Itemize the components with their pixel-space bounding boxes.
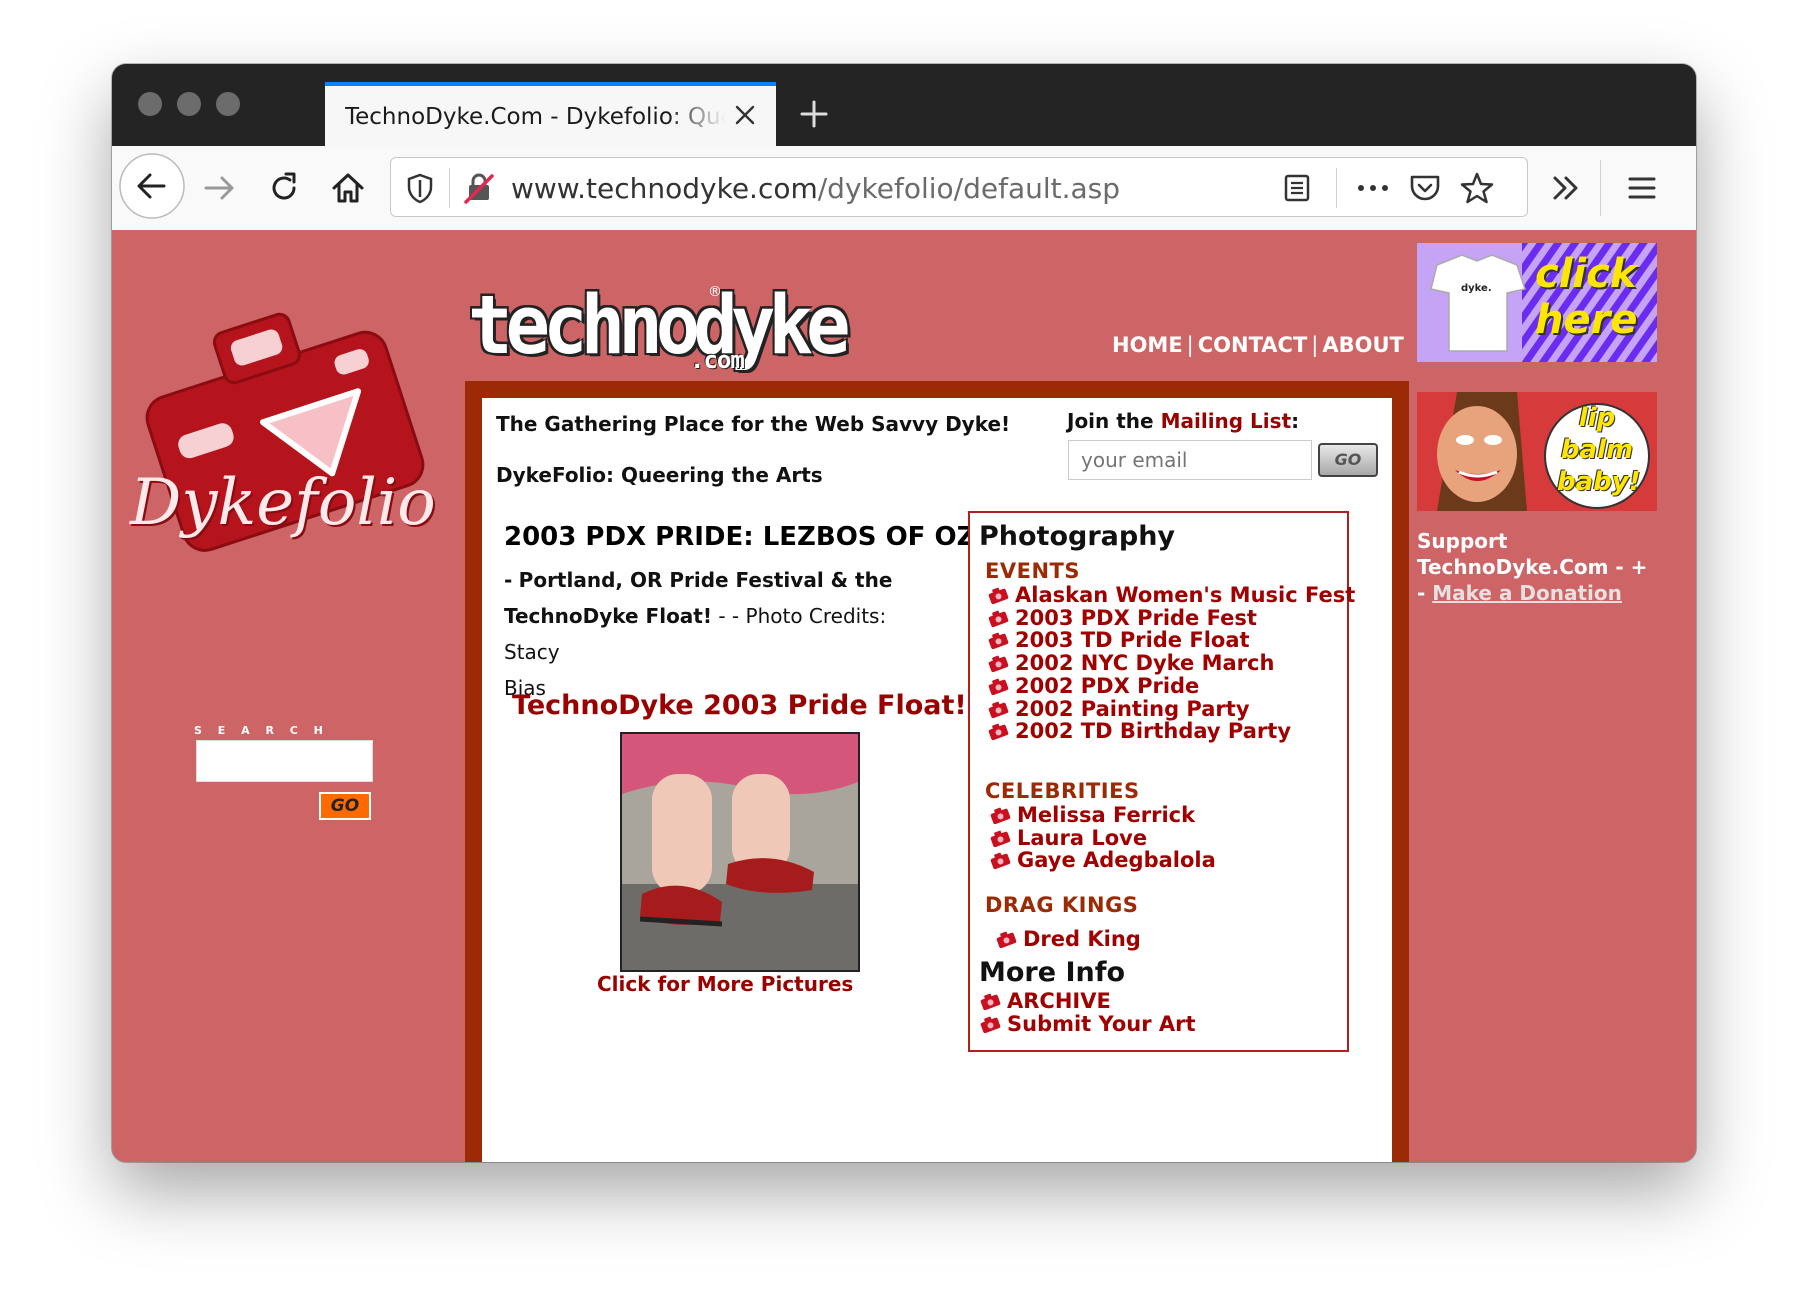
- site-search-input[interactable]: [196, 740, 373, 782]
- overflow-menu-icon[interactable]: [1546, 168, 1586, 208]
- nav-home-link[interactable]: HOME: [1112, 333, 1183, 357]
- article-title: 2003 PDX PRIDE: LEZBOS OF OZ!: [504, 522, 988, 552]
- event-link-4[interactable]: 2002 PDX Pride: [987, 674, 1199, 698]
- camera-bullet-icon: [980, 993, 1001, 1010]
- url-text[interactable]: www.technodyke.com/dykefolio/default.asp: [511, 172, 1120, 205]
- technodyke-logo-sub: .com: [690, 346, 745, 374]
- pocket-icon[interactable]: [1407, 171, 1443, 205]
- insecure-lock-icon[interactable]: [461, 170, 497, 206]
- photography-heading: Photography: [979, 521, 1176, 552]
- tshirt-ad-banner[interactable]: dyke. click here: [1417, 243, 1657, 362]
- address-bar[interactable]: www.technodyke.com/dykefolio/default.asp: [390, 157, 1528, 217]
- nav-about-link[interactable]: ABOUT: [1322, 333, 1404, 357]
- event-link-0[interactable]: Alaskan Women's Music Fest: [987, 583, 1355, 607]
- event-link-2[interactable]: 2003 TD Pride Float: [987, 628, 1250, 652]
- article-subtitle-1: Portland, OR Pride Festival & the: [518, 568, 893, 592]
- event-link-6[interactable]: 2002 TD Birthday Party: [987, 719, 1291, 743]
- support-line-1: Support: [1417, 529, 1508, 553]
- site-search-go-button[interactable]: GO: [319, 792, 371, 820]
- lip-balm-ad-banner[interactable]: lip balm baby!: [1417, 392, 1657, 511]
- home-icon[interactable]: [326, 166, 370, 210]
- more-info-link-1[interactable]: Submit Your Art: [979, 1012, 1196, 1036]
- mailing-list-label: Join the Mailing List:: [1067, 409, 1300, 433]
- close-window-button[interactable]: [138, 92, 162, 116]
- events-heading: EVENTS: [985, 559, 1080, 583]
- camera-bullet-icon: [990, 830, 1011, 847]
- technodyke-logo-text: technodyke: [468, 278, 851, 373]
- title-bar: TechnoDyke.Com - Dykefolio: Queering the…: [112, 64, 1696, 146]
- camera-bullet-icon: [988, 678, 1009, 695]
- tab-title: TechnoDyke.Com - Dykefolio: Queering the…: [345, 104, 725, 130]
- drag-kings-heading: DRAG KINGS: [985, 893, 1139, 917]
- photography-sidebar: Photography EVENTS CELEBRITIES DRAG KING…: [968, 511, 1355, 1052]
- drag-king-link-0[interactable]: Dred King: [995, 927, 1141, 951]
- photo-feet-image: [622, 734, 858, 970]
- email-input[interactable]: [1068, 440, 1312, 480]
- more-info-heading: More Info: [979, 957, 1126, 988]
- camera-bullet-icon: [988, 587, 1009, 604]
- browser-window: TechnoDyke.Com - Dykefolio: Queering the…: [112, 64, 1696, 1162]
- web-page: Dykefolio S E A R C H GO technodyke ® .c…: [112, 230, 1696, 1162]
- reload-icon[interactable]: [264, 168, 304, 208]
- support-block: Support TechnoDyke.Com - + - Make a Dona…: [1417, 528, 1677, 606]
- more-info-link-0[interactable]: ARCHIVE: [979, 989, 1111, 1013]
- celebrity-link-2[interactable]: Gaye Adegbalola: [989, 848, 1216, 872]
- new-tab-icon[interactable]: [794, 94, 834, 134]
- celebrity-link-0[interactable]: Melissa Ferrick: [989, 803, 1195, 827]
- camera-bullet-icon: [988, 610, 1009, 627]
- dykefolio-logo-text: Dykefolio: [130, 466, 436, 540]
- pride-float-photo[interactable]: [620, 732, 860, 972]
- bookmark-star-icon[interactable]: [1459, 170, 1495, 206]
- dykefolio-logo[interactable]: Dykefolio: [122, 266, 442, 566]
- tshirt-label: dyke.: [1461, 283, 1492, 294]
- article-subtitle-2: TechnoDyke Float!: [504, 604, 712, 628]
- forward-icon[interactable]: [200, 168, 240, 208]
- celebrities-heading: CELEBRITIES: [985, 779, 1140, 803]
- celebrity-link-1[interactable]: Laura Love: [989, 826, 1147, 850]
- reader-view-icon[interactable]: [1281, 172, 1313, 204]
- tagline: The Gathering Place for the Web Savvy Dy…: [496, 412, 1011, 436]
- camera-bullet-icon: [988, 723, 1009, 741]
- donation-link[interactable]: Make a Donation: [1432, 581, 1622, 605]
- minimize-window-button[interactable]: [177, 92, 201, 116]
- click-here-text: click here: [1535, 251, 1638, 343]
- camera-bullet-icon: [996, 931, 1017, 948]
- feature-title[interactable]: TechnoDyke 2003 Pride Float!:: [512, 690, 976, 721]
- camera-bullet-icon: [988, 701, 1009, 718]
- event-link-5[interactable]: 2002 Painting Party: [987, 697, 1250, 721]
- top-nav: HOME | CONTACT | ABOUT: [1112, 333, 1404, 357]
- support-line-2: TechnoDyke.Com: [1417, 555, 1609, 579]
- camera-bullet-icon: [990, 853, 1011, 870]
- camera-bullet-icon: [990, 807, 1011, 824]
- technodyke-logo[interactable]: technodyke ® .com: [468, 278, 851, 374]
- event-link-3[interactable]: 2002 NYC Dyke March: [987, 651, 1274, 675]
- back-icon[interactable]: [118, 152, 186, 220]
- camera-bullet-icon: [988, 633, 1009, 650]
- mailing-go-button[interactable]: GO: [1318, 443, 1378, 477]
- registered-mark: ®: [708, 284, 722, 300]
- mailing-list-link[interactable]: Mailing List: [1161, 409, 1292, 433]
- event-link-1[interactable]: 2003 PDX Pride Fest: [987, 606, 1257, 630]
- more-pictures-link[interactable]: Click for More Pictures: [597, 972, 853, 996]
- page-subtitle: DykeFolio: Queering the Arts: [496, 463, 823, 487]
- search-label: S E A R C H: [194, 724, 329, 737]
- shield-icon[interactable]: [405, 172, 435, 204]
- camera-bullet-icon: [988, 655, 1009, 673]
- nav-toolbar: www.technodyke.com/dykefolio/default.asp: [112, 146, 1696, 231]
- active-tab[interactable]: TechnoDyke.Com - Dykefolio: Queering the…: [325, 82, 776, 146]
- camera-bullet-icon: [980, 1016, 1001, 1033]
- close-tab-icon[interactable]: [730, 100, 760, 130]
- lip-balm-text: lip balm baby!: [1557, 403, 1641, 497]
- hamburger-menu-icon[interactable]: [1622, 168, 1662, 208]
- nav-contact-link[interactable]: CONTACT: [1198, 333, 1308, 357]
- zoom-window-button[interactable]: [216, 92, 240, 116]
- more-actions-icon[interactable]: [1353, 172, 1393, 204]
